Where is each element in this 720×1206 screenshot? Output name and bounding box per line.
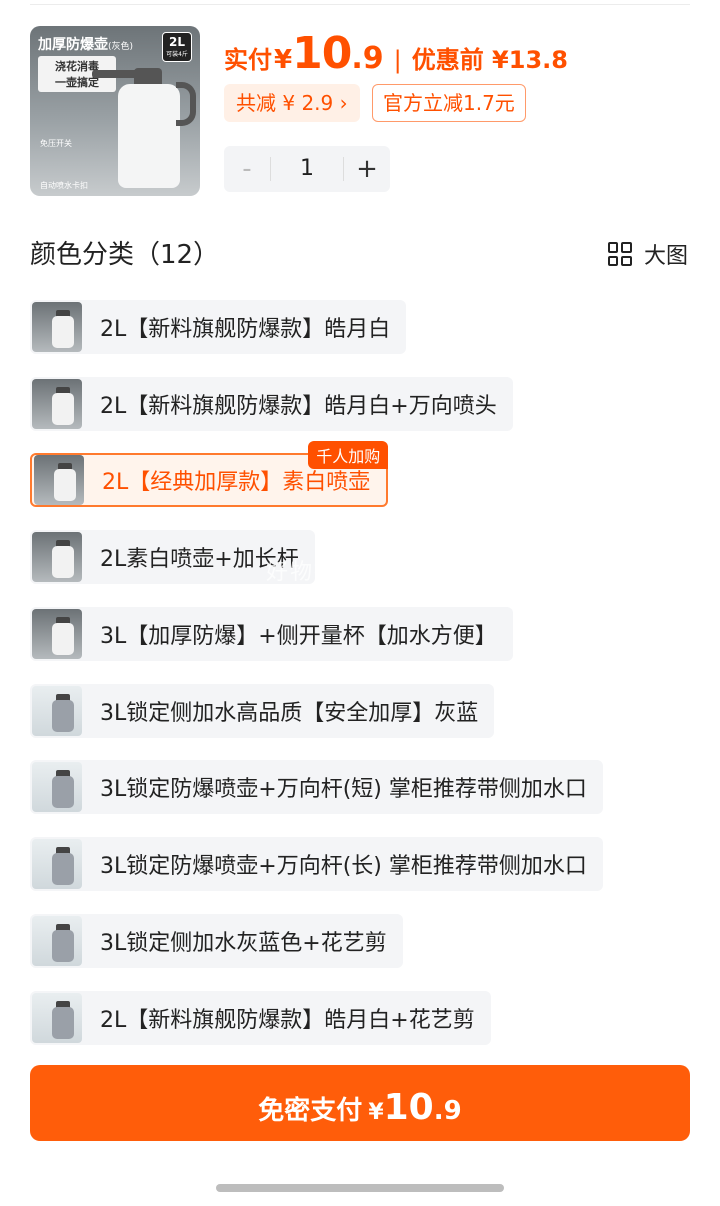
price-row: 实付 ¥ 10 .9 | 优惠前 ¥13.8 <box>224 28 568 79</box>
discount-detail-button[interactable]: 共减 ¥ 2.9 › <box>224 84 360 122</box>
option-item[interactable]: 2L【新料旗舰防爆款】皓月白+花艺剪 <box>30 991 491 1045</box>
option-label: 3L锁定侧加水灰蓝色+花艺剪 <box>100 931 387 956</box>
option-item[interactable]: 2L【新料旗舰防爆款】皓月白 <box>30 300 407 354</box>
popular-badge: 千人加购 <box>308 441 389 469</box>
price-integer: 10 <box>292 28 352 79</box>
option-label: 3L锁定侧加水高品质【安全加厚】灰蓝 <box>100 701 479 726</box>
quantity-stepper: - 1 + <box>224 146 390 192</box>
option-item-selected[interactable]: 2L【经典加厚款】素白喷壶 千人加购 <box>30 441 389 507</box>
pay-label: 免密支付 <box>258 1096 363 1126</box>
option-item[interactable]: 3L锁定防爆喷壶+万向杆(长) 掌柜推荐带侧加水口 <box>30 837 603 891</box>
pay-integer: 10 <box>383 1087 434 1128</box>
option-thumbnail <box>32 686 82 736</box>
price-decimal: .9 <box>351 41 384 76</box>
price-currency: ¥ <box>274 45 293 75</box>
option-thumbnail <box>34 455 84 505</box>
big-view-toggle[interactable]: 大图 <box>607 238 688 270</box>
thumb-title: 加厚防爆壶(灰色) <box>38 37 134 53</box>
pay-currency: ¥ <box>368 1100 384 1125</box>
grid-icon <box>607 242 632 266</box>
option-thumbnail <box>32 609 82 659</box>
option-item[interactable]: 3L锁定防爆喷壶+万向杆(短) 掌柜推荐带侧加水口 <box>30 760 603 814</box>
price-separator: | <box>393 46 402 74</box>
home-indicator[interactable] <box>216 1184 504 1192</box>
option-thumbnail <box>32 532 82 582</box>
option-item[interactable]: 3L锁定侧加水高品质【安全加厚】灰蓝 <box>30 684 495 738</box>
big-view-label: 大图 <box>643 244 688 269</box>
option-label: 2L【新料旗舰防爆款】皓月白+花艺剪 <box>100 1008 475 1033</box>
thumb-tag-switch: 免压开关 <box>40 139 72 148</box>
option-label: 2L素白喷壶+加长杆 <box>100 547 299 572</box>
option-item[interactable]: 2L【新料旗舰防爆款】皓月白+万向喷头 <box>30 377 513 431</box>
option-item[interactable]: 3L锁定侧加水灰蓝色+花艺剪 <box>30 914 403 968</box>
coupon-tag: 官方立减1.7元 <box>372 84 526 122</box>
product-image[interactable]: 加厚防爆壶(灰色) 2L 可装4斤 浇花消毒 一壶搞定 免压开关 自动喷水卡扣 <box>30 26 200 196</box>
top-divider <box>30 4 690 5</box>
option-thumbnail <box>32 302 82 352</box>
pay-decimal: .9 <box>433 1096 462 1126</box>
bottle-handle-shape <box>176 82 196 126</box>
price-label: 实付 <box>224 46 272 74</box>
option-label: 3L锁定防爆喷壶+万向杆(短) 掌柜推荐带侧加水口 <box>100 777 587 802</box>
option-label: 3L锁定防爆喷壶+万向杆(长) 掌柜推荐带侧加水口 <box>100 854 587 879</box>
bottle-nozzle-shape <box>92 70 138 78</box>
original-price: 优惠前 ¥13.8 <box>411 46 568 74</box>
option-thumbnail <box>32 762 82 812</box>
option-thumbnail <box>32 993 82 1043</box>
option-thumbnail <box>32 379 82 429</box>
option-label: 2L【新料旗舰防爆款】皓月白 <box>100 317 391 342</box>
thumb-tag-lock: 自动喷水卡扣 <box>40 181 88 190</box>
section-title: 颜色分类（12） <box>30 240 220 270</box>
thumb-volume-badge: 2L 可装4斤 <box>162 32 192 62</box>
decrease-button[interactable]: - <box>224 154 270 184</box>
option-item[interactable]: 3L【加厚防爆】+侧开量杯【加水方便】 <box>30 607 513 661</box>
pay-button[interactable]: 免密支付 ¥ 10 .9 <box>30 1065 690 1141</box>
option-thumbnail <box>32 839 82 889</box>
increase-button[interactable]: + <box>344 154 390 184</box>
option-label: 2L【新料旗舰防爆款】皓月白+万向喷头 <box>100 394 497 419</box>
option-thumbnail <box>32 916 82 966</box>
quantity-value[interactable]: 1 <box>270 157 344 181</box>
option-label: 3L【加厚防爆】+侧开量杯【加水方便】 <box>100 624 497 649</box>
option-item[interactable]: 2L素白喷壶+加长杆 <box>30 530 315 584</box>
bottle-shape <box>118 84 180 188</box>
